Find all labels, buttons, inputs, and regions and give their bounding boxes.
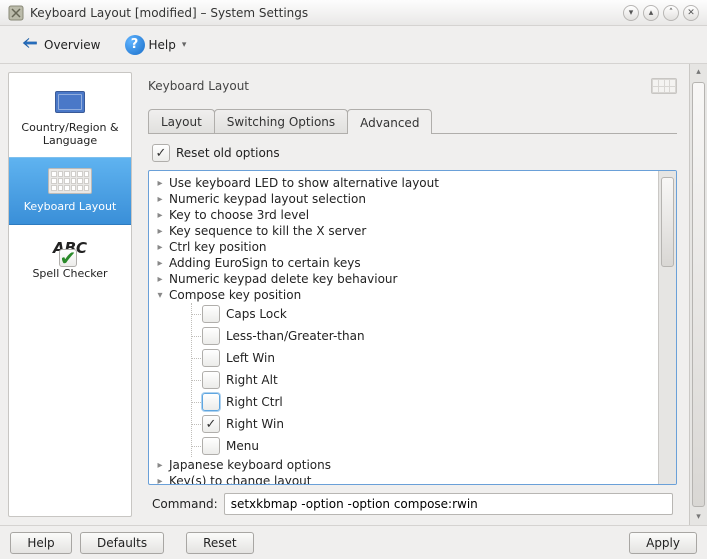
- scroll-down-icon[interactable]: ▾: [690, 509, 707, 525]
- option-checkbox[interactable]: [202, 415, 220, 433]
- scroll-thumb[interactable]: [661, 177, 674, 267]
- window-close-button[interactable]: ✕: [683, 5, 699, 21]
- tree-item[interactable]: Japanese keyboard options: [155, 457, 652, 473]
- tree-item[interactable]: Adding EuroSign to certain keys: [155, 255, 652, 271]
- command-input[interactable]: [224, 493, 673, 515]
- sidebar-item-label: Keyboard Layout: [13, 200, 127, 213]
- help-icon: ?: [125, 35, 145, 55]
- command-label: Command:: [152, 497, 218, 511]
- tab-switching-options[interactable]: Switching Options: [214, 109, 348, 133]
- apply-button[interactable]: Apply: [629, 532, 697, 554]
- tab-advanced[interactable]: Advanced: [347, 109, 432, 134]
- spellcheck-icon: ABC✔: [53, 239, 87, 257]
- tab-bar: Layout Switching Options Advanced: [148, 108, 677, 134]
- option-checkbox[interactable]: [202, 327, 220, 345]
- tree-item[interactable]: Key to choose 3rd level: [155, 207, 652, 223]
- tree-child[interactable]: Right Win: [192, 413, 652, 435]
- overview-button[interactable]: Overview: [10, 28, 109, 61]
- sidebar-item-country-region[interactable]: Country/Region & Language: [9, 79, 131, 157]
- tree-child[interactable]: Right Ctrl: [192, 391, 652, 413]
- options-tree[interactable]: Use keyboard LED to show alternative lay…: [149, 171, 658, 484]
- tree-item[interactable]: Numeric keypad delete key behaviour: [155, 271, 652, 287]
- window-max-button[interactable]: ˄: [663, 5, 679, 21]
- help-label: Help: [149, 38, 176, 52]
- tree-item[interactable]: Use keyboard LED to show alternative lay…: [155, 175, 652, 191]
- back-arrow-icon: [18, 32, 40, 57]
- tree-item[interactable]: Ctrl key position: [155, 239, 652, 255]
- content-scrollbar[interactable]: ▴ ▾: [689, 64, 707, 525]
- tree-child[interactable]: Left Win: [192, 347, 652, 369]
- tree-item[interactable]: Numeric keypad layout selection: [155, 191, 652, 207]
- tree-child[interactable]: Right Alt: [192, 369, 652, 391]
- option-checkbox[interactable]: [202, 305, 220, 323]
- defaults-button[interactable]: Defaults: [80, 532, 164, 554]
- sidebar-item-keyboard-layout[interactable]: Keyboard Layout: [9, 157, 131, 224]
- title-bar: Keyboard Layout [modified] – System Sett…: [0, 0, 707, 26]
- tree-child[interactable]: Caps Lock: [192, 303, 652, 325]
- sidebar: Country/Region & Language Keyboard Layou…: [0, 64, 140, 525]
- option-checkbox[interactable]: [202, 371, 220, 389]
- help-button[interactable]: Help: [10, 532, 72, 554]
- keyboard-icon: [48, 168, 92, 194]
- app-icon: [8, 5, 24, 21]
- keyboard-small-icon: [651, 78, 677, 94]
- tree-child[interactable]: Less-than/Greater-than: [192, 325, 652, 347]
- button-bar: Help Defaults Reset Apply: [0, 525, 707, 559]
- reset-button[interactable]: Reset: [186, 532, 254, 554]
- sidebar-item-label: Country/Region & Language: [13, 121, 127, 147]
- tree-item-compose[interactable]: Compose key position: [155, 287, 652, 303]
- tree-scrollbar[interactable]: [658, 171, 676, 484]
- tree-child[interactable]: Menu: [192, 435, 652, 457]
- help-menu-button[interactable]: ? Help ▾: [117, 31, 195, 59]
- option-checkbox[interactable]: [202, 349, 220, 367]
- scroll-thumb[interactable]: [692, 82, 705, 507]
- window-max-up-button[interactable]: ▴: [643, 5, 659, 21]
- pane-title: Keyboard Layout: [148, 79, 249, 93]
- option-checkbox[interactable]: [202, 393, 220, 411]
- reset-old-options-checkbox[interactable]: [152, 144, 170, 162]
- scroll-up-icon[interactable]: ▴: [690, 64, 707, 80]
- window-min-button[interactable]: ▾: [623, 5, 639, 21]
- content-pane: Keyboard Layout Layout Switching Options…: [140, 64, 689, 525]
- option-checkbox[interactable]: [202, 437, 220, 455]
- toolbar: Overview ? Help ▾: [0, 26, 707, 64]
- overview-label: Overview: [44, 38, 101, 52]
- reset-old-options-label: Reset old options: [176, 146, 280, 160]
- tab-layout[interactable]: Layout: [148, 109, 215, 133]
- window-title: Keyboard Layout [modified] – System Sett…: [30, 6, 623, 20]
- sidebar-item-spell-checker[interactable]: ABC✔ Spell Checker: [9, 225, 131, 290]
- tree-item[interactable]: Key(s) to change layout: [155, 473, 652, 484]
- flag-icon: [55, 91, 85, 113]
- tree-item[interactable]: Key sequence to kill the X server: [155, 223, 652, 239]
- dropdown-icon: ▾: [182, 40, 187, 50]
